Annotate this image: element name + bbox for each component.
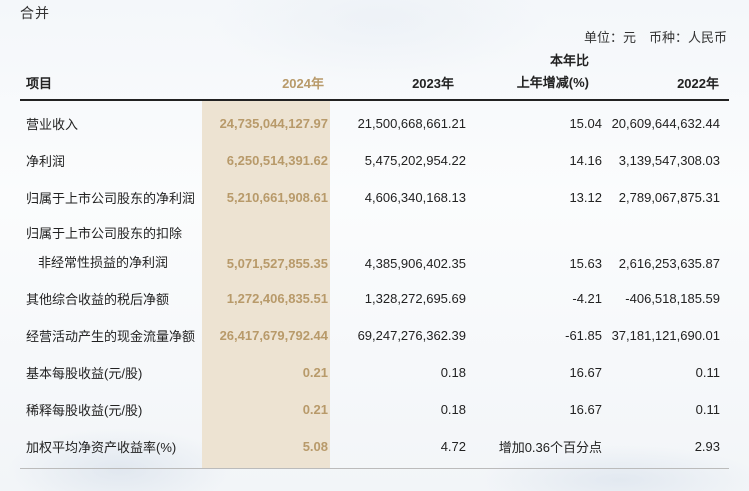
- value-2024: 5,071,527,855.35: [226, 256, 328, 271]
- value-2024: 5,210,661,908.61: [226, 190, 328, 205]
- section-title: 合并: [20, 5, 50, 21]
- row-label: 经营活动产生的现金流量净额: [26, 329, 196, 344]
- value-2022: 2.93: [694, 439, 720, 454]
- header-change-line1: 本年比: [549, 53, 589, 68]
- table-header: 项目 2024年 2023年 本年比 上年增减(%) 2022年: [0, 48, 749, 98]
- unit-currency-note: 单位：元 币种：人民币: [583, 30, 727, 45]
- value-change: -61.85: [565, 328, 602, 343]
- header-change: 本年比 上年增减(%): [517, 50, 589, 94]
- row-label: 归属于上市公司股东的扣除 非经常性损益的净利润: [20, 216, 208, 280]
- value-2022: 3,139,547,308.03: [618, 153, 720, 168]
- value-change: 增加0.36个百分点: [498, 440, 602, 455]
- row-label-line1: 归属于上市公司股东的扣除: [26, 226, 183, 241]
- value-2024: 1,272,406,835.51: [226, 291, 328, 306]
- value-2023: 0.18: [440, 402, 466, 417]
- table-row: 稀释每股收益(元/股) 0.21 0.18 16.67 0.11: [20, 391, 729, 428]
- value-change: -4.21: [572, 291, 602, 306]
- value-2022: 0.11: [695, 365, 720, 380]
- value-2024: 24,735,044,127.97: [219, 116, 328, 131]
- header-divider: [20, 99, 729, 101]
- row-label: 稀释每股收益(元/股): [26, 403, 143, 418]
- value-2023: 5,475,202,954.22: [364, 153, 466, 168]
- row-label-line2: 非经常性损益的净利润: [38, 255, 169, 270]
- value-2023: 0.18: [440, 365, 466, 380]
- row-label: 营业收入: [26, 117, 79, 132]
- value-2022: -406,518,185.59: [625, 291, 720, 306]
- row-label: 加权平均净资产收益率(%): [26, 440, 177, 455]
- value-2024: 5.08: [302, 439, 328, 454]
- value-change: 15.63: [569, 256, 602, 271]
- financial-table: 营业收入 24,735,044,127.97 21,500,668,661.21…: [20, 105, 729, 465]
- table-row: 其他综合收益的税后净额 1,272,406,835.51 1,328,272,6…: [20, 280, 729, 317]
- table-row: 加权平均净资产收益率(%) 5.08 4.72 增加0.36个百分点 2.93: [20, 428, 729, 465]
- table-row: 营业收入 24,735,044,127.97 21,500,668,661.21…: [20, 105, 729, 142]
- table-row: 净利润 6,250,514,391.62 5,475,202,954.22 14…: [20, 142, 729, 179]
- value-2023: 4,606,340,168.13: [364, 190, 466, 205]
- value-2022: 2,616,253,635.87: [618, 256, 720, 271]
- table-row: 归属于上市公司股东的净利润 5,210,661,908.61 4,606,340…: [20, 179, 729, 216]
- row-label: 归属于上市公司股东的净利润: [26, 191, 196, 206]
- value-2023: 4,385,906,402.35: [364, 256, 466, 271]
- value-2022: 0.11: [695, 402, 720, 417]
- row-label: 净利润: [26, 154, 66, 169]
- table-row: 归属于上市公司股东的扣除 非经常性损益的净利润 5,071,527,855.35…: [20, 216, 729, 280]
- value-change: 13.12: [569, 190, 602, 205]
- value-2022: 20,609,644,632.44: [611, 116, 720, 131]
- value-change: 15.04: [569, 116, 602, 131]
- table-row: 经营活动产生的现金流量净额 26,417,679,792.44 69,247,2…: [20, 317, 729, 354]
- value-change: 16.67: [569, 365, 602, 380]
- value-change: 14.16: [569, 153, 602, 168]
- value-2023: 69,247,276,362.39: [357, 328, 466, 343]
- value-change: 16.67: [569, 402, 602, 417]
- row-label: 其他综合收益的税后净额: [26, 292, 170, 307]
- value-2022: 2,789,067,875.31: [618, 190, 720, 205]
- header-change-line2: 上年增减(%): [516, 75, 589, 90]
- value-2023: 21,500,668,661.21: [357, 116, 466, 131]
- value-2024: 0.21: [302, 402, 328, 417]
- header-2023: 2023年: [412, 76, 454, 91]
- value-2024: 26,417,679,792.44: [219, 328, 328, 343]
- header-2022: 2022年: [677, 76, 719, 91]
- value-2022: 37,181,121,690.01: [611, 328, 720, 343]
- table-bottom-divider: [20, 468, 729, 469]
- row-label: 基本每股收益(元/股): [26, 366, 143, 381]
- value-2023: 4.72: [440, 439, 466, 454]
- value-2024: 0.21: [302, 365, 328, 380]
- value-2024: 6,250,514,391.62: [226, 153, 328, 168]
- header-item: 项目: [26, 76, 53, 91]
- table-row: 基本每股收益(元/股) 0.21 0.18 16.67 0.11: [20, 354, 729, 391]
- value-2023: 1,328,272,695.69: [364, 291, 466, 306]
- header-2024: 2024年: [282, 76, 324, 91]
- financial-summary-page: 合并 单位：元 币种：人民币 项目 2024年 2023年 本年比 上年增减(%…: [0, 0, 749, 491]
